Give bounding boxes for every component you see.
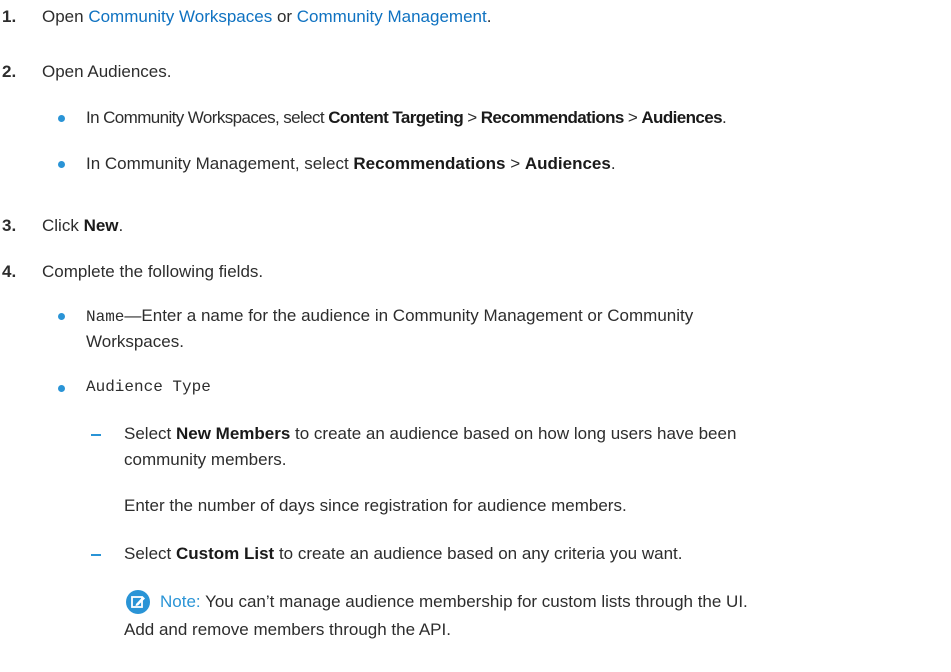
option-text: Select New Members to create an audience… [124,423,736,445]
audiences-label: Audiences [524,154,611,173]
separator: > [505,154,525,173]
note-line-cont: Add and remove members through the API. [124,620,451,639]
separator: > [623,108,642,127]
option-extra-text: Enter the number of days since registrat… [124,496,627,515]
step-text: Open Audiences. [42,62,172,81]
recommendations-label: Recommendations [480,108,625,127]
step-number: 2. [2,62,17,81]
separator: > [463,108,481,127]
bullet-suffix: . [721,108,727,127]
option-rest: to create an audience based on any crite… [274,544,683,563]
step-text-suffix: . [118,216,124,235]
step-text: Click New. [42,215,123,237]
new-label: New [83,216,119,235]
document-page: 1. Open Community Workspaces or Communit… [0,0,951,672]
option-text: Select Custom List to create an audience… [124,543,682,565]
option-prefix: Select [124,544,176,563]
field-name: Name [86,308,125,326]
step-text-suffix: . [486,7,492,26]
option-prefix: Select [124,424,176,443]
step-text-prefix: Click [42,216,84,235]
step-number: 1. [2,7,17,26]
dash-icon [91,554,101,556]
note-label: Note: [160,592,201,611]
bullet-suffix: . [610,154,616,173]
bullet-icon [58,161,65,168]
option-rest: to create an audience based on how long … [290,424,737,443]
pencil-edit-icon [126,590,150,614]
field-description-cont: Workspaces. [86,332,184,351]
bullet-icon [58,313,65,320]
community-workspaces-link[interactable]: Community Workspaces [88,7,272,26]
recommendations-label: Recommendations [353,154,506,173]
step-number: 3. [2,216,17,235]
bullet-text: In Community Management, select Recommen… [86,153,616,175]
dash-icon [91,434,101,436]
field-description: —Enter a name for the audience in Commun… [124,306,694,325]
new-members-label: New Members [175,424,291,443]
option-text-cont: community members. [124,450,287,469]
step-text-prefix: Open [42,7,89,26]
bullet-icon [58,115,65,122]
bullet-icon [58,385,65,392]
bullet-text: In Community Workspaces, select Content … [86,107,727,129]
community-management-link[interactable]: Community Management [297,7,487,26]
bullet-prefix: In Community Workspaces, select [86,108,329,127]
custom-list-label: Custom List [175,544,275,563]
note-text: Note: You can’t manage audience membersh… [160,591,748,613]
field-name: Audience Type [86,378,211,396]
step-text: Complete the following fields. [42,262,264,281]
step-text: Open Community Workspaces or Community M… [42,6,491,28]
audiences-label: Audiences [641,108,722,127]
step-number: 4. [2,262,17,281]
bullet-prefix: In Community Management, select [86,154,354,173]
step-text-middle: or [272,7,297,26]
note-line: You can’t manage audience membership for… [205,592,748,611]
content-targeting-label: Content Targeting [328,108,464,127]
field-text: Name—Enter a name for the audience in Co… [86,305,693,328]
